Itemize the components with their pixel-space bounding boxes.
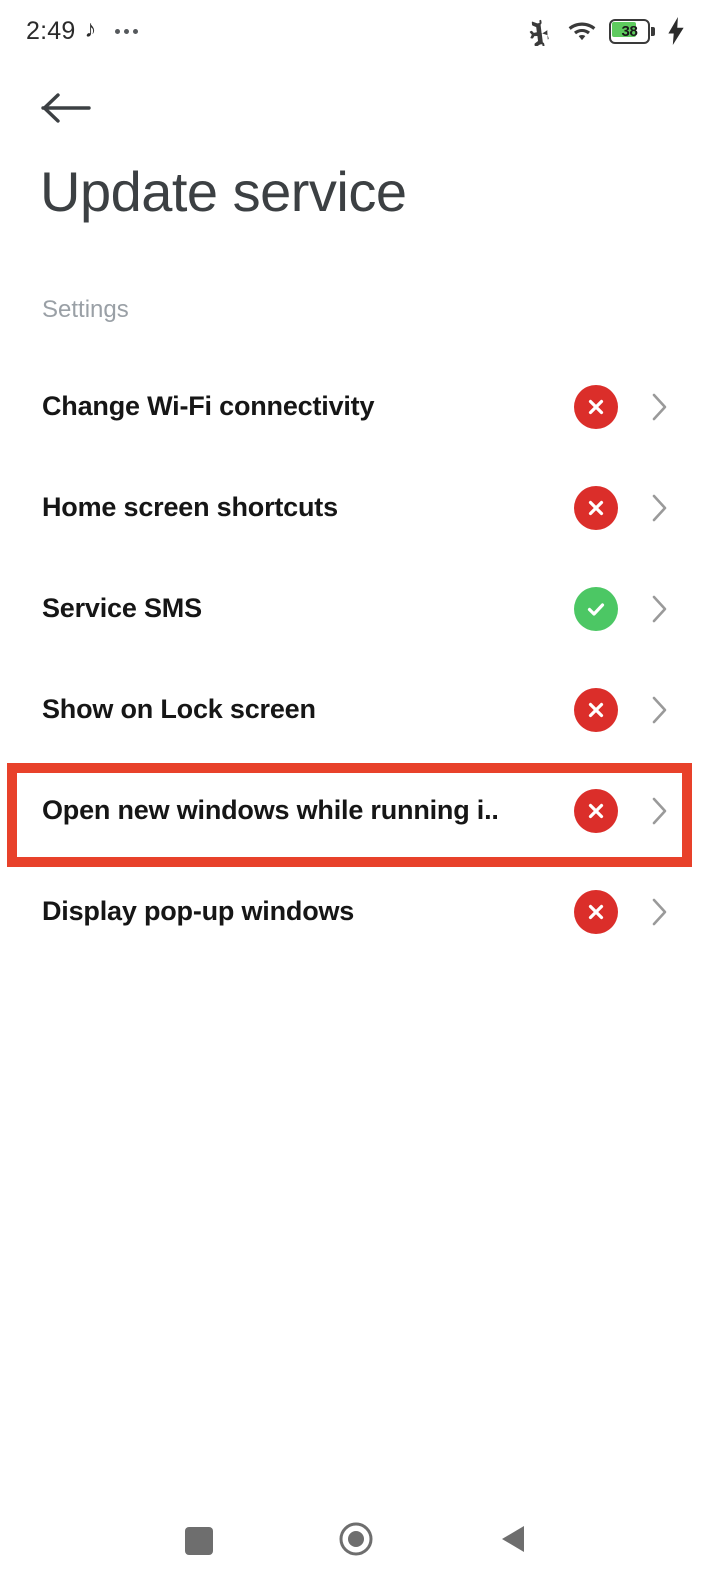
close-circle-icon[interactable] [574, 384, 618, 429]
nav-home-button[interactable] [321, 1506, 391, 1576]
nav-recents-button[interactable] [164, 1506, 234, 1576]
status-bar-left: 2:49 ♪ [26, 16, 139, 46]
close-circle-icon[interactable] [574, 889, 618, 934]
chevron-right-icon[interactable] [648, 390, 672, 424]
battery-icon: 38 [609, 18, 655, 44]
page-title: Update service [40, 160, 407, 223]
list-item[interactable]: Show on Lock screen [0, 659, 712, 760]
list-item-label: Service SMS [42, 593, 202, 623]
close-circle-icon[interactable] [574, 485, 618, 530]
battery-percent-label: 38 [621, 22, 638, 40]
list-item[interactable]: Service SMS [0, 558, 712, 659]
settings-list: Change Wi-Fi connectivity Home screen sh… [0, 356, 712, 962]
more-dots-icon [115, 28, 139, 34]
list-item-highlighted[interactable]: Open new windows while running i.. [0, 760, 712, 861]
close-circle-icon[interactable] [574, 788, 618, 833]
nav-back-button[interactable] [478, 1506, 548, 1576]
list-item-label: Home screen shortcuts [42, 492, 338, 522]
chevron-right-icon[interactable] [648, 592, 672, 626]
close-circle-icon[interactable] [574, 687, 618, 732]
list-item-label: Show on Lock screen [42, 694, 316, 724]
status-bar: 2:49 ♪ 38 [0, 0, 712, 62]
list-item[interactable]: Display pop-up windows [0, 861, 712, 962]
back-button[interactable] [38, 82, 96, 138]
list-item[interactable]: Change Wi-Fi connectivity [0, 356, 712, 457]
music-note-icon: ♪ [84, 16, 97, 43]
airplane-mode-icon [525, 16, 555, 46]
android-nav-bar [0, 1486, 712, 1596]
square-icon [184, 1527, 213, 1555]
chevron-right-icon[interactable] [648, 794, 672, 828]
section-label-settings: Settings [42, 296, 129, 323]
list-item[interactable]: Home screen shortcuts [0, 457, 712, 558]
check-circle-icon[interactable] [574, 586, 618, 631]
charging-bolt-icon [666, 17, 686, 45]
list-item-label: Display pop-up windows [42, 896, 355, 926]
chevron-right-icon[interactable] [648, 491, 672, 525]
status-bar-right: 38 [525, 16, 686, 46]
list-item-label: Change Wi-Fi connectivity [42, 391, 375, 421]
status-clock: 2:49 [26, 16, 76, 45]
arrow-left-icon [41, 91, 93, 130]
list-item-label: Open new windows while running i.. [42, 795, 499, 825]
chevron-right-icon[interactable] [648, 693, 672, 727]
circle-icon [338, 1521, 374, 1562]
chevron-right-icon[interactable] [648, 895, 672, 929]
wifi-icon [566, 17, 598, 45]
triangle-left-icon [498, 1523, 528, 1560]
battery-cap [651, 26, 655, 36]
